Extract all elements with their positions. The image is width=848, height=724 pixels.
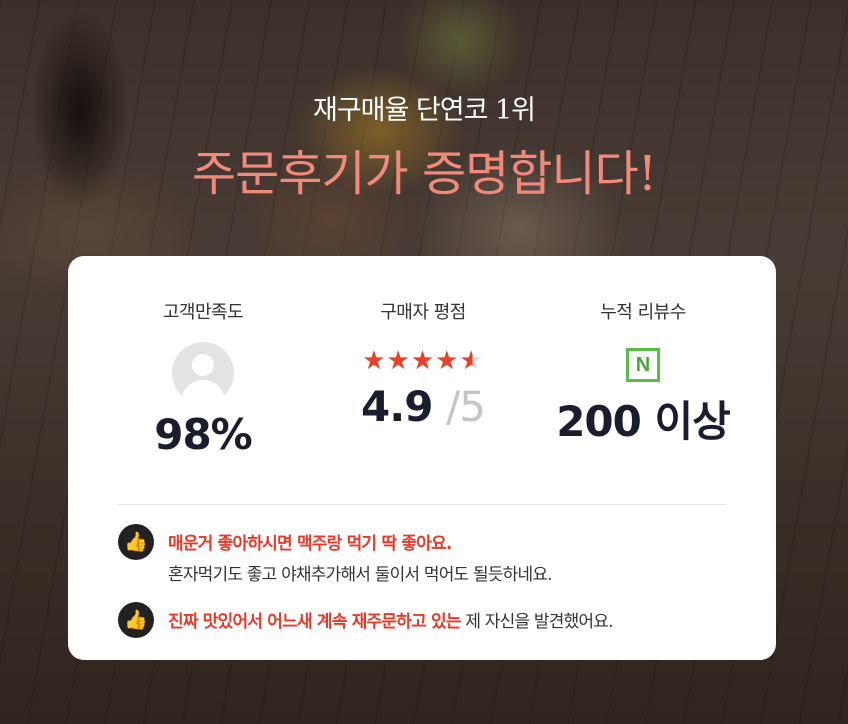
star-rating: ★★★★★ (318, 346, 528, 376)
star-icon: ★ (410, 346, 436, 376)
stat-satisfaction: 고객만족도 98% (98, 298, 308, 459)
naver-n-icon: N (626, 348, 660, 382)
stat-reviews: 누적 리뷰수 N 200 이상 (538, 298, 748, 449)
thumbs-up-icon: 👍 (118, 602, 154, 638)
review-text: 제 자신을 발견했어요. (460, 612, 613, 632)
star-icon: ★ (435, 346, 460, 376)
rating-max: /5 (446, 382, 486, 431)
rating-value: 4.9 /5 (318, 382, 528, 431)
review-highlight: 매운거 좋아하시면 맥주랑 먹기 딱 좋아요. (168, 534, 452, 554)
stat-label: 누적 리뷰수 (600, 302, 686, 323)
review-text-line: 진짜 맛있어서 어느새 계속 재주문하고 있는 제 자신을 발견했어요. (168, 607, 614, 632)
stat-label: 구매자 평점 (380, 302, 466, 323)
stat-rating: 구매자 평점 ★★★★★ 4.9 /5 (318, 298, 528, 431)
review-count-value: 200 이상 (556, 397, 731, 446)
half-star-icon: ★ (459, 346, 484, 376)
star-icon: ★ (386, 346, 411, 376)
headline: 주문후기가 증명합니다! (191, 146, 657, 202)
stat-label: 고객만족도 (162, 302, 244, 323)
star-icon: ★ (362, 346, 387, 376)
review-highlight: 진짜 맛있어서 어느새 계속 재주문하고 있는 (168, 612, 462, 632)
review-text: 혼자먹기도 좋고 야채추가해서 둘이서 먹어도 될듯하네요. (168, 565, 553, 585)
user-avatar-icon (172, 342, 234, 404)
subtitle: 재구매율 단연코 1위 (312, 95, 536, 126)
satisfaction-value: 98% (154, 410, 253, 459)
stats-card: 고객만족도 98% 구매자 평점 ★★★★★ 4.9 /5 누적 리뷰수 N 2… (68, 256, 776, 660)
thumbs-up-icon: 👍 (118, 524, 154, 560)
rating-number: 4.9 (361, 382, 433, 431)
divider (118, 504, 726, 505)
